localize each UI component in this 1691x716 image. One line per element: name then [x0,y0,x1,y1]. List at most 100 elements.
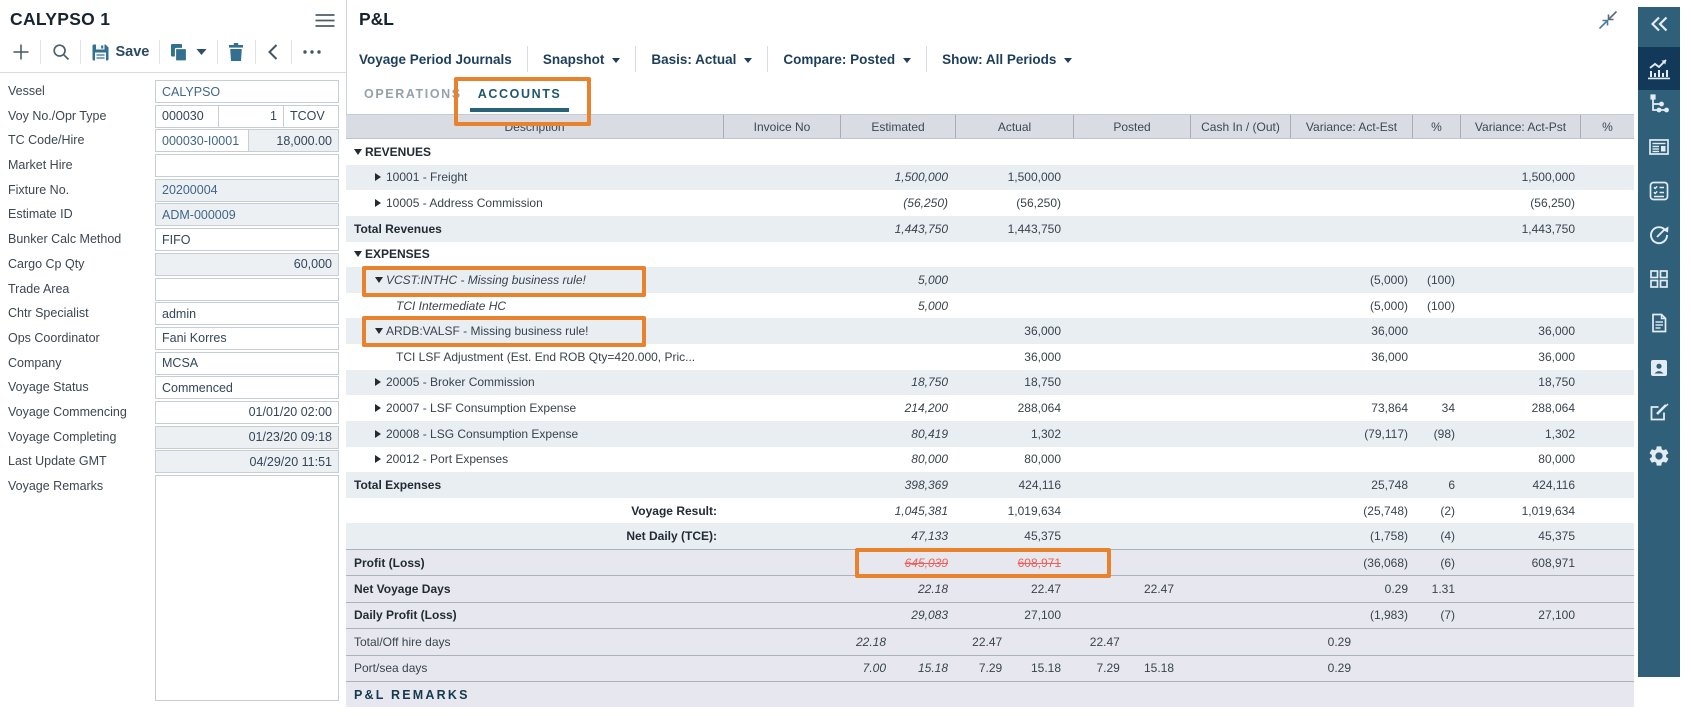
table-row[interactable]: P&L REMARKS [346,681,1634,707]
collapse-triangle-icon[interactable] [354,149,362,155]
column-header-7[interactable]: % [1412,115,1460,138]
field-input[interactable]: 18,000.00 [249,129,339,152]
field-input[interactable]: Fani Korres [155,327,339,350]
copy-menu-button[interactable] [160,37,217,67]
sidebar-item-hierarchy[interactable] [1638,86,1680,120]
cell-value: 398,369 [905,478,948,492]
cell-value: 645,039 [905,556,948,570]
sidebar-item-contact-card[interactable] [1638,351,1680,385]
field-input[interactable]: 60,000 [155,253,339,276]
back-button[interactable] [256,37,291,67]
column-header-3[interactable]: Actual [955,115,1073,138]
collapse-diagonal-arrows-icon[interactable] [1595,7,1621,33]
sidebar-item-pnl-chart[interactable] [1638,47,1680,90]
column-header-1[interactable]: Invoice No [723,115,840,138]
table-row[interactable]: 20005 - Broker Commission18,75018,75018,… [346,370,1634,396]
table-row[interactable]: Total Expenses398,369424,11625,7486424,1… [346,472,1634,498]
table-row[interactable]: Voyage Result:1,045,3811,019,634(25,748)… [346,498,1634,524]
table-row[interactable]: VCST:INTHC - Missing business rule!5,000… [346,267,1634,293]
table-row[interactable]: ARDB:VALSF - Missing business rule!36,00… [346,318,1634,344]
expand-triangle-icon[interactable] [375,173,381,181]
field-input[interactable]: admin [155,302,339,325]
field-input[interactable]: 000030 [155,105,219,128]
tab-accounts[interactable]: ACCOUNTS [470,87,570,112]
table-row[interactable]: 10001 - Freight1,500,0001,500,0001,500,0… [346,165,1634,191]
table-row[interactable]: Total/Off hire days22.1822.4722.470.29 [346,628,1634,654]
cell-value: 1,443,750 [1008,222,1061,236]
expand-triangle-icon[interactable] [375,199,381,207]
add-button[interactable] [1,37,40,67]
sidebar-item-settings-gear[interactable] [1638,439,1680,473]
column-header-5[interactable]: Cash In / (Out) [1190,115,1290,138]
field-input[interactable]: ADM-000009 [155,203,339,226]
table-row[interactable]: REVENUES [346,139,1634,165]
field-input[interactable]: MCSA [155,352,339,375]
column-header-6[interactable]: Variance: Act-Est [1290,115,1412,138]
menu-hamburger-icon[interactable] [315,13,337,29]
table-row[interactable]: Daily Profit (Loss)29,08327,100(1,983)(7… [346,602,1634,628]
expand-triangle-icon[interactable] [375,404,381,412]
collapse-triangle-icon[interactable] [375,277,383,283]
field-input[interactable]: 01/01/20 02:00 [155,401,339,424]
field-input[interactable]: Commenced [155,376,339,399]
field-input[interactable] [155,154,339,177]
value-cell-act [955,267,1073,293]
expand-triangle-icon[interactable] [375,378,381,386]
form-row: Bunker Calc MethodFIFO [8,228,339,251]
table-row[interactable]: Profit (Loss)645,039608,971(36,068)(6)60… [346,549,1634,575]
field-input[interactable]: 000030-I0001 [155,129,249,152]
collapse-triangle-icon[interactable] [375,328,383,334]
save-button[interactable]: Save [81,37,159,67]
table-row[interactable]: Net Voyage Days22.1822.4722.470.291.31 [346,575,1634,601]
expand-triangle-icon[interactable] [375,455,381,463]
table-row[interactable]: Net Daily (TCE):47,13345,375(1,758)(4)45… [346,523,1634,549]
pnl-toolbar-button-basis-actual[interactable]: Basis: Actual [636,45,767,73]
value-cell-act: 7.2915.18 [955,656,1073,681]
sidebar-item-checklist[interactable] [1638,174,1680,208]
column-header-9[interactable]: % [1580,115,1634,138]
column-header-8[interactable]: Variance: Act-Pst [1460,115,1580,138]
field-input[interactable]: 01/23/20 09:18 [155,426,339,449]
delete-button[interactable] [218,37,255,67]
pnl-toolbar-button-snapshot[interactable]: Snapshot [528,45,636,73]
value-cell-pap [1580,550,1634,575]
value-cell-vae: (1,758) [1290,523,1412,549]
table-row[interactable]: 10005 - Address Commission(56,250)(56,25… [346,190,1634,216]
column-header-4[interactable]: Posted [1073,115,1190,138]
table-row[interactable]: 20007 - LSF Consumption Expense214,20028… [346,395,1634,421]
pnl-toolbar-button-voyage-period-journals[interactable]: Voyage Period Journals [359,45,527,73]
table-row[interactable]: TCI LSF Adjustment (Est. End ROB Qty=420… [346,344,1634,370]
sidebar-item-apps-grid[interactable] [1638,262,1680,296]
sidebar-item-news-table[interactable] [1638,130,1680,164]
field-input[interactable] [155,278,339,301]
table-row[interactable]: 20008 - LSG Consumption Expense80,4191,3… [346,421,1634,447]
field-input[interactable]: CALYPSO [155,80,339,103]
column-header-2[interactable]: Estimated [840,115,955,138]
field-input[interactable]: 04/29/20 11:51 [155,450,339,473]
more-button[interactable] [292,37,333,67]
column-header-0[interactable]: Description [346,115,723,138]
table-row[interactable]: Total Revenues1,443,7501,443,7501,443,75… [346,216,1634,242]
row-label: Total/Off hire days [354,635,451,649]
table-row[interactable]: 20012 - Port Expenses80,00080,00080,000 [346,447,1634,473]
field-input[interactable]: FIFO [155,228,339,251]
field-input[interactable] [155,475,339,701]
expand-triangle-icon[interactable] [375,430,381,438]
sidebar-item-edit-note[interactable] [1638,395,1680,429]
pnl-toolbar-button-compare-posted[interactable]: Compare: Posted [768,45,926,73]
field-input[interactable]: 20200004 [155,179,339,202]
sidebar-item-journal-circular-arrow[interactable] [1638,218,1680,252]
field-input[interactable]: 1 [219,105,284,128]
table-row[interactable]: EXPENSES [346,242,1634,268]
field-input[interactable]: TCOV [284,105,339,128]
collapse-triangle-icon[interactable] [354,251,362,257]
sidebar-item-document[interactable] [1638,306,1680,340]
pnl-toolbar-button-show-all-periods[interactable]: Show: All Periods [927,45,1087,73]
table-row[interactable]: Port/sea days7.0015.187.2915.187.2915.18… [346,655,1634,681]
value-slot-right: 1,443,750 [886,222,955,236]
value-cell-cash [1190,603,1290,628]
tab-operations[interactable]: OPERATIONS [356,87,470,112]
table-row[interactable]: TCI Intermediate HC5,000(5,000)(100) [346,293,1634,319]
sidebar-item-collapse-double-chevron[interactable] [1638,7,1680,41]
search-button[interactable] [41,37,80,67]
